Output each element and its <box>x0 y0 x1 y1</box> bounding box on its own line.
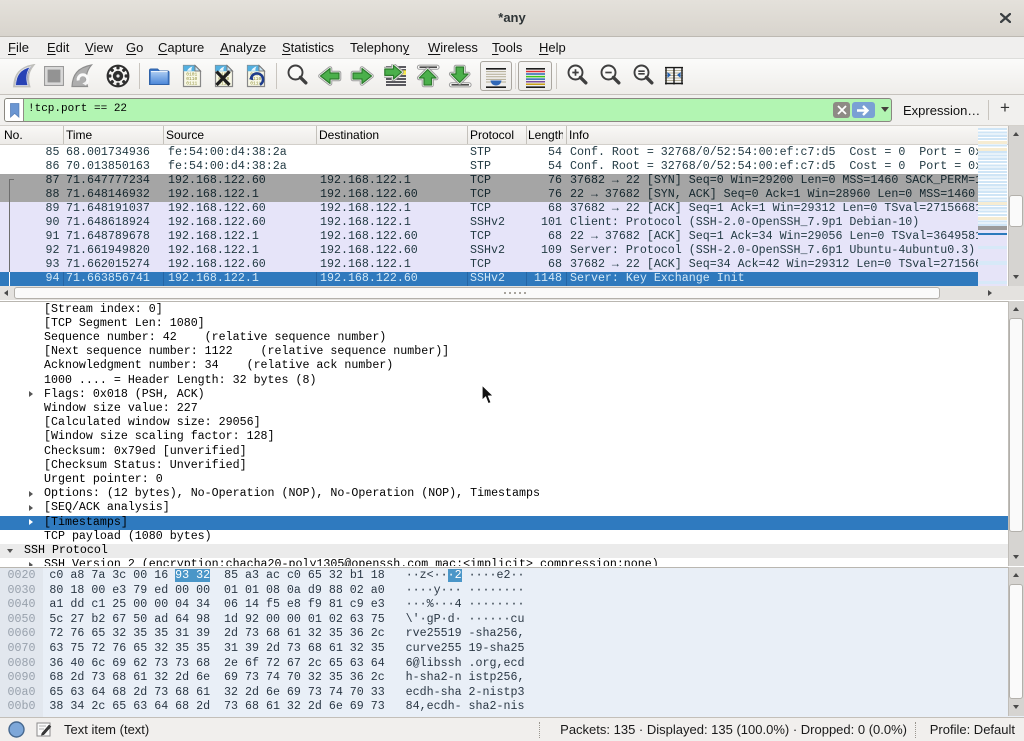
svg-text:0111: 0111 <box>186 81 197 87</box>
